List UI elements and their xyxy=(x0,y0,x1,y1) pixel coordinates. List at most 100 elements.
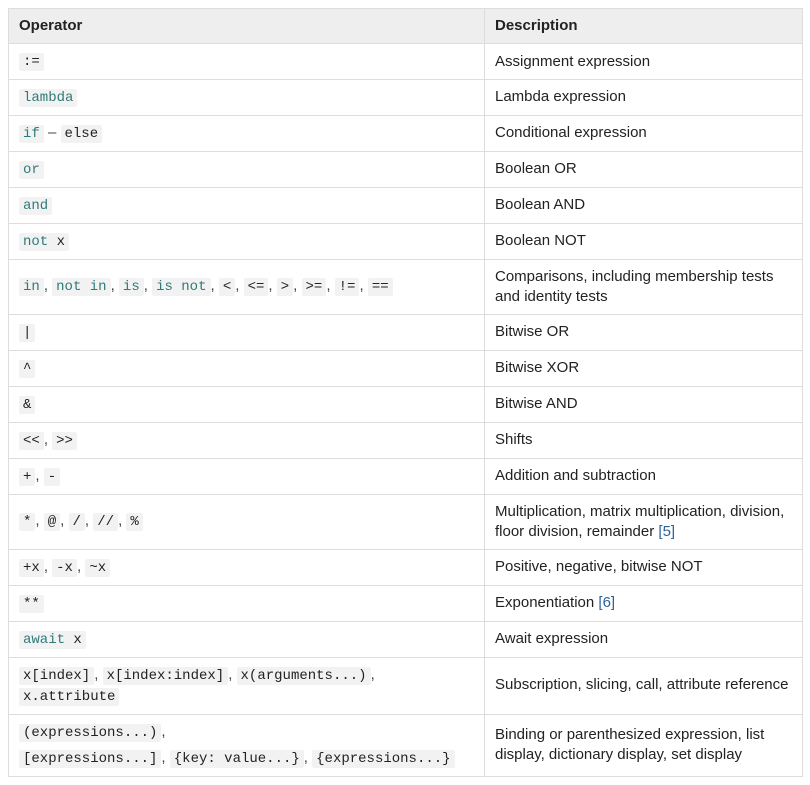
table-row: | Bitwise OR xyxy=(9,315,803,351)
description-text: Conditional expression xyxy=(495,124,647,141)
description-text: Comparisons, including membership tests … xyxy=(495,268,773,305)
description-cell: Bitwise AND xyxy=(485,386,803,422)
operator-token: x[index] xyxy=(19,667,94,685)
table-row: *, @, /, //, %Multiplication, matrix mul… xyxy=(9,494,803,550)
keyword: is xyxy=(119,278,144,296)
header-operator: Operator xyxy=(9,9,485,44)
operator-token: // xyxy=(93,513,118,531)
operator-token: <= xyxy=(244,278,269,296)
operator-token: >= xyxy=(302,278,327,296)
operator-precedence-table: Operator Description := Assignment expres… xyxy=(8,8,803,777)
keyword: lambda xyxy=(19,89,77,107)
description-text: Exponentiation xyxy=(495,594,598,611)
description-cell: Addition and subtraction xyxy=(485,458,803,494)
operator-cell: ** xyxy=(9,585,485,621)
description-cell: Boolean AND xyxy=(485,187,803,223)
operator-token: > xyxy=(277,278,293,296)
operator-cell: & xyxy=(9,386,485,422)
operator-token: / xyxy=(69,513,85,531)
description-text: Boolean OR xyxy=(495,160,577,177)
description-text: Shifts xyxy=(495,431,533,448)
description-text: Bitwise OR xyxy=(495,323,569,340)
operator-token: +x xyxy=(19,559,44,577)
description-text: Subscription, slicing, call, attribute r… xyxy=(495,676,788,693)
table-row: and Boolean AND xyxy=(9,187,803,223)
table-row: not x Boolean NOT xyxy=(9,223,803,259)
keyword-with-operand: await x xyxy=(19,631,86,649)
table-header-row: Operator Description xyxy=(9,9,803,44)
description-cell: Bitwise XOR xyxy=(485,350,803,386)
keyword-with-operand: not x xyxy=(19,233,69,251)
operator-token: - xyxy=(44,468,60,486)
operator-token: == xyxy=(368,278,393,296)
table-row: x[index], x[index:index], x(arguments...… xyxy=(9,657,803,714)
operator-token: -x xyxy=(52,559,77,577)
description-cell: Shifts xyxy=(485,422,803,458)
table-row: := Assignment expression xyxy=(9,44,803,80)
keyword: not in xyxy=(52,278,110,296)
operator-cell: ^ xyxy=(9,350,485,386)
operator-token: >> xyxy=(52,432,77,450)
keyword: in xyxy=(19,278,44,296)
description-text: Addition and subtraction xyxy=(495,467,656,484)
operator-cell: or xyxy=(9,151,485,187)
description-cell: Boolean NOT xyxy=(485,223,803,259)
description-cell: Binding or parenthesized expression, lis… xyxy=(485,714,803,777)
operator-token: * xyxy=(19,513,35,531)
description-cell: Comparisons, including membership tests … xyxy=(485,259,803,315)
operator-token: (expressions...) xyxy=(19,724,161,742)
description-cell: Assignment expression xyxy=(485,44,803,80)
operator-token: + xyxy=(19,468,35,486)
description-text: Lambda expression xyxy=(495,88,626,105)
operator-token: << xyxy=(19,432,44,450)
operator-token: := xyxy=(19,53,44,71)
table-row: <<, >>Shifts xyxy=(9,422,803,458)
operator-token: else xyxy=(61,125,103,143)
description-cell: Subscription, slicing, call, attribute r… xyxy=(485,657,803,714)
footnote-link[interactable]: [5] xyxy=(658,523,675,540)
operator-token: & xyxy=(19,396,35,414)
description-cell: Boolean OR xyxy=(485,151,803,187)
keyword: or xyxy=(19,161,44,179)
description-text: Assignment expression xyxy=(495,53,650,70)
operator-cell: +, - xyxy=(9,458,485,494)
description-text: Await expression xyxy=(495,630,608,647)
operator-cell: in, not in, is, is not, <, <=, >, >=, !=… xyxy=(9,259,485,315)
operator-token: x(arguments...) xyxy=(237,667,371,685)
description-text: Bitwise XOR xyxy=(495,359,579,376)
table-row: ^ Bitwise XOR xyxy=(9,350,803,386)
table-row: if – else Conditional expression xyxy=(9,116,803,152)
footnote-link[interactable]: [6] xyxy=(598,594,615,611)
operator-token: x.attribute xyxy=(19,688,119,706)
operator-cell: lambda xyxy=(9,80,485,116)
description-cell: Conditional expression xyxy=(485,116,803,152)
operator-token: < xyxy=(219,278,235,296)
operator-cell: := xyxy=(9,44,485,80)
operator-cell: and xyxy=(9,187,485,223)
operator-token: != xyxy=(335,278,360,296)
operator-cell: if – else xyxy=(9,116,485,152)
operator-token: ** xyxy=(19,595,44,613)
description-text: Boolean NOT xyxy=(495,232,586,249)
table-row: +x, -x, ~xPositive, negative, bitwise NO… xyxy=(9,550,803,586)
description-text: Binding or parenthesized expression, lis… xyxy=(495,726,764,763)
description-cell: Multiplication, matrix multiplication, d… xyxy=(485,494,803,550)
description-text: Boolean AND xyxy=(495,196,585,213)
table-row: (expressions...),[expressions...], {key:… xyxy=(9,714,803,777)
description-cell: Lambda expression xyxy=(485,80,803,116)
description-text: Positive, negative, bitwise NOT xyxy=(495,558,703,575)
table-row: await x Await expression xyxy=(9,621,803,657)
keyword: is not xyxy=(152,278,210,296)
description-cell: Bitwise OR xyxy=(485,315,803,351)
header-description: Description xyxy=(485,9,803,44)
operator-cell: (expressions...),[expressions...], {key:… xyxy=(9,714,485,777)
operator-token: x[index:index] xyxy=(103,667,229,685)
operator-cell: x[index], x[index:index], x(arguments...… xyxy=(9,657,485,714)
table-row: & Bitwise AND xyxy=(9,386,803,422)
table-row: ** Exponentiation [6] xyxy=(9,585,803,621)
operator-token: | xyxy=(19,324,35,342)
operator-token: [expressions...] xyxy=(19,750,161,768)
operator-cell: not x xyxy=(9,223,485,259)
description-cell: Exponentiation [6] xyxy=(485,585,803,621)
operator-token: ~x xyxy=(85,559,110,577)
